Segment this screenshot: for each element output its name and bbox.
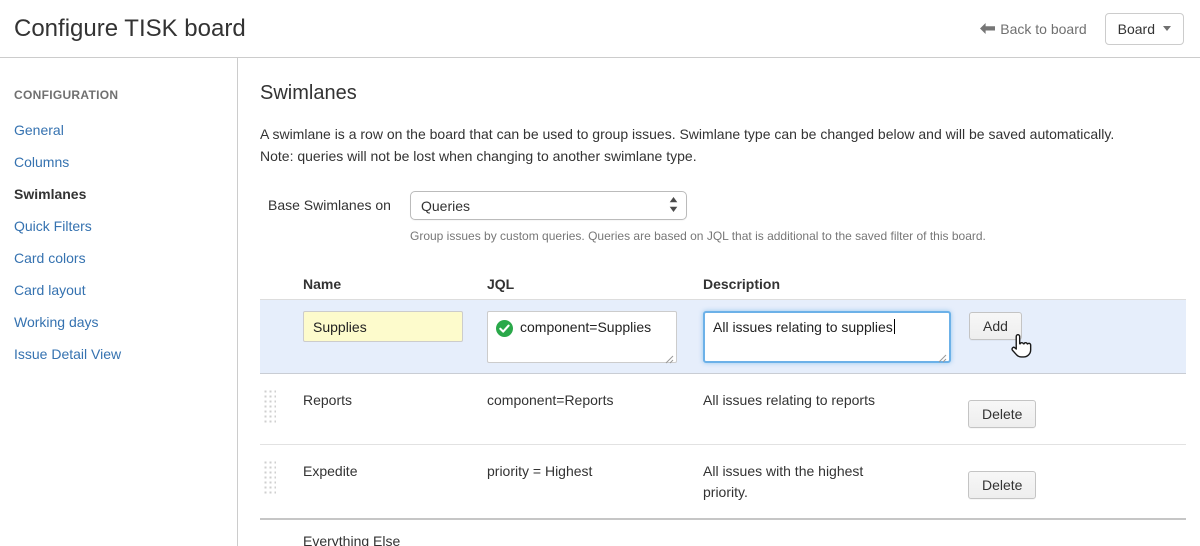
sidebar-item-issue-detail-view[interactable]: Issue Detail View	[14, 338, 237, 370]
resize-handle-icon[interactable]	[938, 350, 947, 359]
sidebar-item-general[interactable]: General	[14, 114, 237, 146]
swimlane-row-reports: Reports component=Reports All issues rel…	[260, 374, 1186, 445]
back-to-board-link[interactable]: Back to board	[980, 21, 1086, 37]
swimlane-description-input[interactable]: All issues relating to supplies	[703, 311, 951, 363]
swimlane-row-expedite: Expedite priority = Highest All issues w…	[260, 445, 1186, 519]
swimlanes-panel: Swimlanes A swimlane is a row on the boa…	[238, 58, 1200, 546]
text-caret	[894, 319, 895, 334]
section-description: A swimlane is a row on the board that ca…	[260, 123, 1186, 167]
swimlanes-table: Name JQL Description	[260, 269, 1186, 546]
board-menu-button[interactable]: Board	[1105, 13, 1184, 45]
configuration-sidebar: CONFIGURATION General Columns Swimlanes …	[0, 58, 238, 546]
drag-handle-icon[interactable]	[263, 389, 276, 423]
back-to-board-label: Back to board	[1000, 21, 1086, 37]
chevron-down-icon	[1163, 26, 1171, 31]
drag-handle-icon[interactable]	[263, 460, 276, 494]
sidebar-item-swimlanes[interactable]: Swimlanes	[14, 178, 237, 210]
swimlane-jql: component=Reports	[487, 388, 703, 411]
section-description-line1: A swimlane is a row on the board that ca…	[260, 123, 1186, 145]
sidebar-item-working-days[interactable]: Working days	[14, 306, 237, 338]
arrow-left-icon	[980, 21, 995, 37]
swimlane-type-selected-value: Queries	[421, 198, 470, 214]
delete-swimlane-button[interactable]: Delete	[968, 400, 1036, 428]
sidebar-item-quick-filters[interactable]: Quick Filters	[14, 210, 237, 242]
swimlane-jql-input[interactable]: component=Supplies	[487, 311, 677, 363]
base-swimlanes-form: Base Swimlanes on Queries Group issues b…	[260, 191, 1186, 243]
table-header-row: Name JQL Description	[260, 269, 1186, 300]
column-header-name: Name	[303, 276, 487, 292]
swimlane-name-input[interactable]	[303, 311, 463, 342]
everything-else-row: Everything Else	[260, 518, 1186, 546]
header-actions: Back to board Board	[980, 13, 1184, 45]
select-spinner-icon	[669, 197, 678, 215]
page-header: Configure TISK board Back to board Board	[0, 0, 1200, 58]
delete-swimlane-button[interactable]: Delete	[968, 471, 1036, 499]
swimlane-jql: priority = Highest	[487, 459, 703, 482]
resize-handle-icon[interactable]	[665, 351, 674, 360]
configure-board-page: Configure TISK board Back to board Board…	[0, 0, 1200, 546]
section-title: Swimlanes	[260, 82, 1186, 105]
swimlane-jql-value: component=Supplies	[520, 319, 651, 335]
swimlane-description: All issues with the highest priority.	[703, 459, 903, 503]
swimlane-name: Reports	[303, 388, 487, 411]
swimlane-name: Expedite	[303, 459, 487, 482]
add-swimlane-button[interactable]: Add	[969, 312, 1022, 340]
page-title: Configure TISK board	[14, 15, 246, 43]
swimlane-type-select[interactable]: Queries	[410, 191, 687, 220]
column-header-description: Description	[703, 276, 955, 292]
column-header-jql: JQL	[487, 276, 703, 292]
everything-else-label: Everything Else	[303, 531, 487, 546]
swimlane-description-value: All issues relating to supplies	[713, 319, 893, 335]
section-description-line2: Note: queries will not be lost when chan…	[260, 145, 1186, 167]
swimlane-type-help-text: Group issues by custom queries. Queries …	[410, 229, 687, 243]
swimlane-description: All issues relating to reports	[703, 388, 903, 411]
sidebar-menu: General Columns Swimlanes Quick Filters …	[14, 114, 237, 370]
jql-valid-check-icon	[496, 320, 513, 337]
sidebar-item-columns[interactable]: Columns	[14, 146, 237, 178]
new-swimlane-row: component=Supplies All issues relating t…	[260, 300, 1186, 374]
base-swimlanes-label: Base Swimlanes on	[268, 191, 410, 220]
sidebar-heading: CONFIGURATION	[14, 88, 237, 114]
board-menu-label: Board	[1118, 21, 1155, 37]
sidebar-item-card-layout[interactable]: Card layout	[14, 274, 237, 306]
sidebar-item-card-colors[interactable]: Card colors	[14, 242, 237, 274]
